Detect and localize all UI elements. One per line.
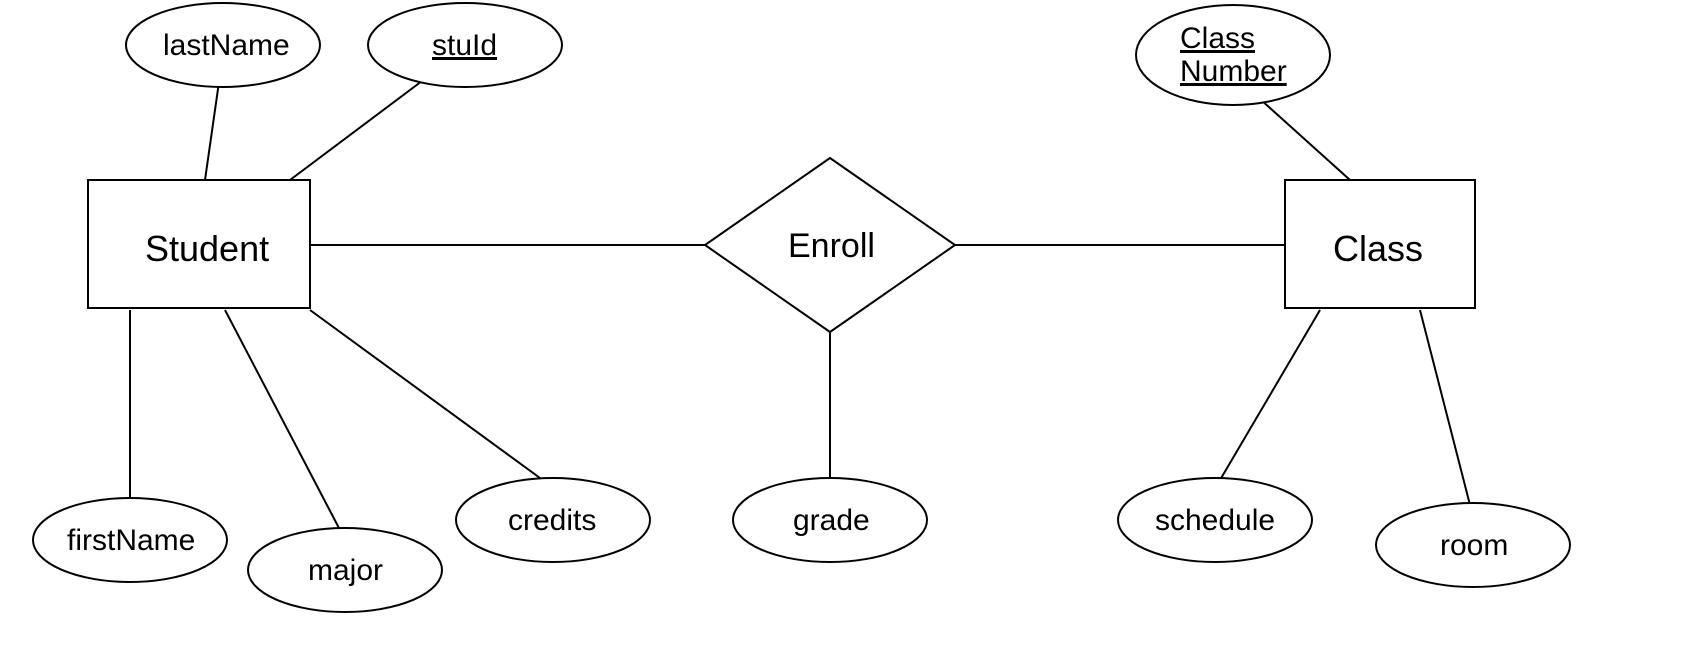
attribute-stuid-label: stuId — [432, 29, 497, 63]
connector-line — [225, 310, 340, 530]
attribute-major-label: major — [308, 554, 383, 588]
connector-line — [310, 310, 540, 478]
connector-line — [290, 75, 430, 180]
entity-student-label: Student — [145, 228, 269, 270]
attribute-firstname-label: firstName — [67, 524, 195, 558]
attribute-lastname-label: lastName — [163, 29, 290, 63]
attribute-credits-label: credits — [508, 504, 596, 538]
connector-line — [205, 75, 220, 180]
relationship-enroll-label: Enroll — [788, 227, 875, 266]
entity-class-label: Class — [1333, 228, 1423, 270]
attribute-classnumber-label: Class Number — [1180, 22, 1290, 88]
attribute-grade-label: grade — [793, 504, 870, 538]
connector-line — [1420, 310, 1470, 505]
attribute-room-label: room — [1440, 529, 1508, 563]
attribute-schedule-label: schedule — [1155, 504, 1275, 538]
connector-line — [1220, 310, 1320, 480]
connector-line — [1250, 90, 1350, 180]
